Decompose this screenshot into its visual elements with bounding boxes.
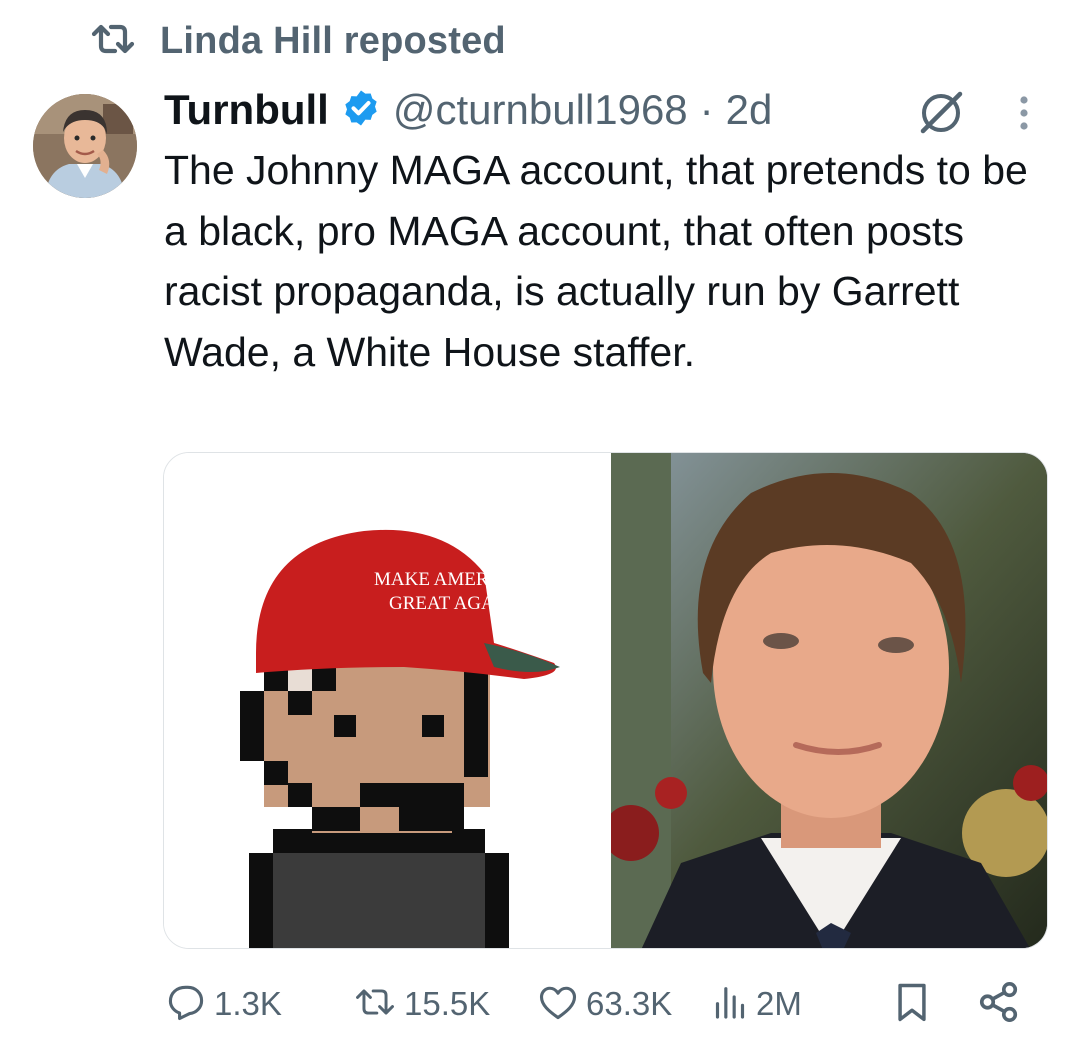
separator-dot: · [699,86,714,133]
repost-action-icon [352,982,398,1027]
repost-header[interactable]: Linda Hill reposted [88,18,506,64]
share-icon [976,979,1022,1030]
repost-button[interactable]: 15.5K [352,976,490,1032]
media-divider [601,453,611,948]
author-handle[interactable]: @cturnbull1968 [393,86,688,134]
avatar[interactable] [33,94,137,198]
heart-icon [536,980,580,1029]
verified-badge-icon[interactable] [341,88,381,133]
bookmark-icon [890,979,934,1030]
repost-count: 15.5K [404,985,491,1022]
author-name[interactable]: Turnbull [164,86,329,134]
like-count: 63.3K [586,985,673,1022]
tweet-media[interactable]: MAKE AMERICA GREAT AGAIN [163,452,1048,949]
reply-count: 1.3K [214,985,282,1022]
grok-icon[interactable] [916,88,966,143]
tweet-text: The Johnny MAGA account, that pretends t… [164,147,1028,375]
reply-button[interactable]: 1.3K [164,976,282,1032]
share-button[interactable] [976,976,1022,1032]
like-button[interactable]: 63.3K [536,976,672,1032]
hat-text-line1: MAKE AMERICA [374,569,522,590]
reply-icon [164,980,208,1029]
media-image-pixel-avatar[interactable]: MAKE AMERICA GREAT AGAIN [164,453,601,948]
hat-text-line2: GREAT AGAIN [389,593,515,614]
tweet-header: Turnbull @cturnbull1968 · 2d [164,84,772,136]
views-count: 2M [756,985,802,1022]
views-button[interactable]: 2M [710,976,802,1032]
bookmark-button[interactable] [890,976,934,1032]
repost-label[interactable]: Linda Hill reposted [160,20,506,63]
repost-icon [88,22,138,61]
analytics-icon [710,980,750,1029]
action-bar: 1.3K 15.5K 63.3K 2M [164,976,1034,1032]
media-image-photo[interactable] [603,453,1047,948]
more-options-icon[interactable] [1016,94,1032,139]
timestamp[interactable]: 2d [726,86,773,134]
